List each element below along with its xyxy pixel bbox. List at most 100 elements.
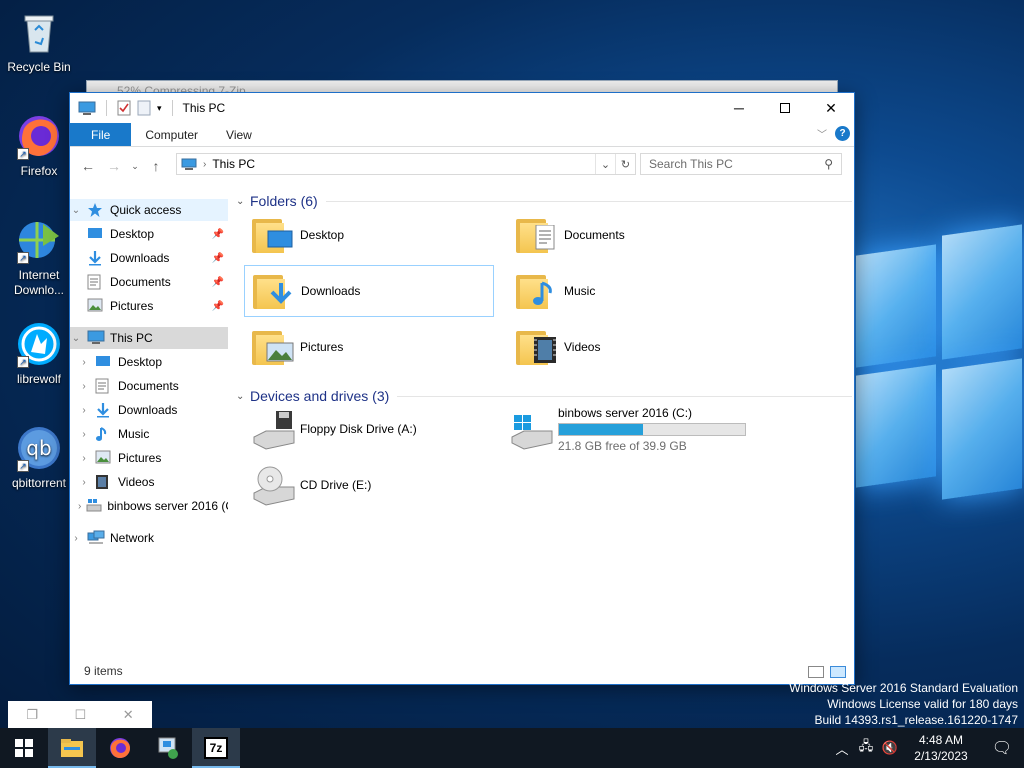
videos-folder-icon: [516, 325, 560, 369]
sidebar-item-pc-videos[interactable]: › Videos: [70, 471, 228, 493]
folder-label: Music: [564, 284, 596, 298]
sidebar-item-pc-music[interactable]: › Music: [70, 423, 228, 445]
new-folder-icon[interactable]: [137, 100, 151, 116]
expand-chevron-icon[interactable]: ›: [78, 453, 90, 464]
sidebar-item-quick-downloads[interactable]: Downloads 📌: [70, 247, 228, 269]
maximize-icon[interactable]: ☐: [75, 707, 87, 723]
sidebar-item-pc-desktop[interactable]: › Desktop: [70, 351, 228, 373]
windows-watermark: Windows Server 2016 Standard Evaluation …: [789, 680, 1018, 728]
close-icon[interactable]: ✕: [123, 707, 134, 723]
sidebar-item-label: Desktop: [118, 355, 163, 369]
expand-chevron-icon[interactable]: ›: [78, 501, 81, 512]
sidebar-item-label: Desktop: [110, 227, 155, 241]
collapse-chevron-icon[interactable]: ⌄: [236, 391, 250, 402]
sidebar-item-pc-pictures[interactable]: › Pictures: [70, 447, 228, 469]
sidebar-item-pc-documents[interactable]: › Documents: [70, 375, 228, 397]
collapse-chevron-icon[interactable]: ⌄: [70, 333, 82, 344]
window-title: This PC: [182, 101, 226, 115]
expand-chevron-icon[interactable]: ›: [78, 429, 90, 440]
sidebar-item-quick-documents[interactable]: Documents 📌: [70, 271, 228, 293]
firefox-icon: [110, 738, 130, 758]
taskbar-network-app[interactable]: [144, 728, 192, 768]
volume-muted-icon[interactable]: 🔇: [878, 740, 902, 756]
taskbar-file-explorer[interactable]: [48, 728, 96, 768]
expand-chevron-icon[interactable]: ›: [78, 405, 90, 416]
desktop-icon-internet-download-manager[interactable]: ↗ Internet Downlo...: [2, 216, 76, 298]
minimize-button[interactable]: ─: [716, 93, 762, 123]
large-icons-view-icon[interactable]: [830, 666, 846, 678]
sidebar-item-quick-pictures[interactable]: Pictures 📌: [70, 295, 228, 317]
cd-drive-icon: [252, 463, 296, 507]
forward-button[interactable]: →: [104, 158, 124, 174]
expand-chevron-icon[interactable]: ›: [78, 381, 90, 392]
maximize-button[interactable]: [762, 93, 808, 123]
expand-chevron-icon[interactable]: ›: [78, 477, 90, 488]
computer-icon: [181, 158, 197, 170]
details-view-icon[interactable]: [808, 666, 824, 678]
tab-view[interactable]: View: [212, 123, 266, 146]
title-bar[interactable]: ▾ This PC ─ ✕: [70, 93, 854, 123]
properties-icon[interactable]: [117, 100, 131, 116]
floppy-drive-icon: [252, 407, 296, 451]
help-icon[interactable]: ?: [835, 126, 850, 141]
back-button[interactable]: ←: [78, 158, 98, 174]
refresh-icon[interactable]: ↻: [615, 154, 635, 174]
pin-icon[interactable]: 📌: [212, 229, 224, 240]
expand-chevron-icon[interactable]: ›: [78, 357, 90, 368]
drive-tile-floppy[interactable]: Floppy Disk Drive (A:): [244, 403, 494, 455]
taskbar-7zip[interactable]: 7z: [192, 728, 240, 768]
network-tray-icon[interactable]: 🖧: [854, 737, 878, 759]
clock[interactable]: 4:48 AM 2/13/2023: [902, 732, 980, 764]
up-button[interactable]: ↑: [146, 158, 166, 174]
documents-icon: [95, 378, 113, 394]
folder-tile-music[interactable]: Music: [508, 265, 758, 317]
restore-icon[interactable]: ❐: [26, 707, 38, 723]
minimize-icon: ─: [734, 100, 744, 116]
folders-group-header[interactable]: ⌄ Folders (6): [236, 191, 852, 211]
folder-tile-videos[interactable]: Videos: [508, 321, 758, 373]
address-bar[interactable]: › This PC ⌄ ↻: [176, 153, 636, 175]
sidebar-item-this-pc[interactable]: ⌄ This PC: [70, 327, 228, 349]
search-input[interactable]: Search This PC ⚲: [640, 153, 842, 175]
pin-icon[interactable]: 📌: [212, 277, 224, 288]
sidebar-item-pc-downloads[interactable]: › Downloads: [70, 399, 228, 421]
desktop-icon-firefox[interactable]: ↗ Firefox: [2, 112, 76, 179]
folder-label: Videos: [564, 340, 601, 354]
breadcrumb-this-pc[interactable]: This PC: [212, 157, 255, 171]
sidebar-item-quick-desktop[interactable]: Desktop 📌: [70, 223, 228, 245]
folder-tile-pictures[interactable]: Pictures: [244, 321, 494, 373]
breadcrumb-separator-icon[interactable]: ›: [203, 159, 206, 170]
start-button[interactable]: [0, 728, 48, 768]
action-center-icon[interactable]: 🗨: [980, 738, 1024, 758]
recent-locations-icon[interactable]: ⌄: [130, 161, 140, 172]
sidebar-item-label: Documents: [110, 275, 171, 289]
folder-tile-documents[interactable]: Documents: [508, 209, 758, 261]
tab-computer[interactable]: Computer: [131, 123, 212, 146]
desktop-icon-recycle-bin[interactable]: Recycle Bin: [2, 8, 76, 75]
windows-start-icon: [15, 739, 33, 757]
close-button[interactable]: ✕: [808, 93, 854, 123]
drive-tile-c[interactable]: binbows server 2016 (C:) 21.8 GB free of…: [502, 403, 802, 455]
sidebar-item-pc-drive-c[interactable]: › binbows server 2016 (C:): [70, 495, 228, 517]
drive-tile-cd[interactable]: CD Drive (E:): [244, 459, 494, 511]
customize-toolbar-dropdown-icon[interactable]: ▾: [157, 103, 162, 114]
ribbon-tabs: File Computer View ﹀ ?: [70, 123, 854, 147]
downloads-icon: [87, 250, 105, 266]
collapse-chevron-icon[interactable]: ⌄: [236, 196, 250, 207]
desktop-icon-librewolf[interactable]: ↗ librewolf: [2, 320, 76, 387]
folder-tile-desktop[interactable]: Desktop: [244, 209, 494, 261]
collapse-chevron-icon[interactable]: ⌄: [70, 205, 82, 216]
sidebar-item-quick-access[interactable]: ⌄ Quick access: [70, 199, 228, 221]
address-dropdown-icon[interactable]: ⌄: [595, 154, 615, 174]
documents-folder-icon: [516, 213, 560, 257]
sidebar-item-network[interactable]: › Network: [70, 527, 228, 549]
taskbar-firefox[interactable]: [96, 728, 144, 768]
folder-tile-downloads[interactable]: Downloads: [244, 265, 494, 317]
desktop-icon-qbittorrent[interactable]: qb ↗ qbittorrent: [2, 424, 76, 491]
tab-file[interactable]: File: [70, 123, 132, 146]
expand-chevron-icon[interactable]: ›: [70, 533, 82, 544]
pin-icon[interactable]: 📌: [212, 253, 224, 264]
pin-icon[interactable]: 📌: [212, 301, 224, 312]
show-hidden-icons-chevron-icon[interactable]: ︿: [830, 739, 854, 758]
expand-ribbon-icon[interactable]: ﹀: [817, 126, 827, 141]
